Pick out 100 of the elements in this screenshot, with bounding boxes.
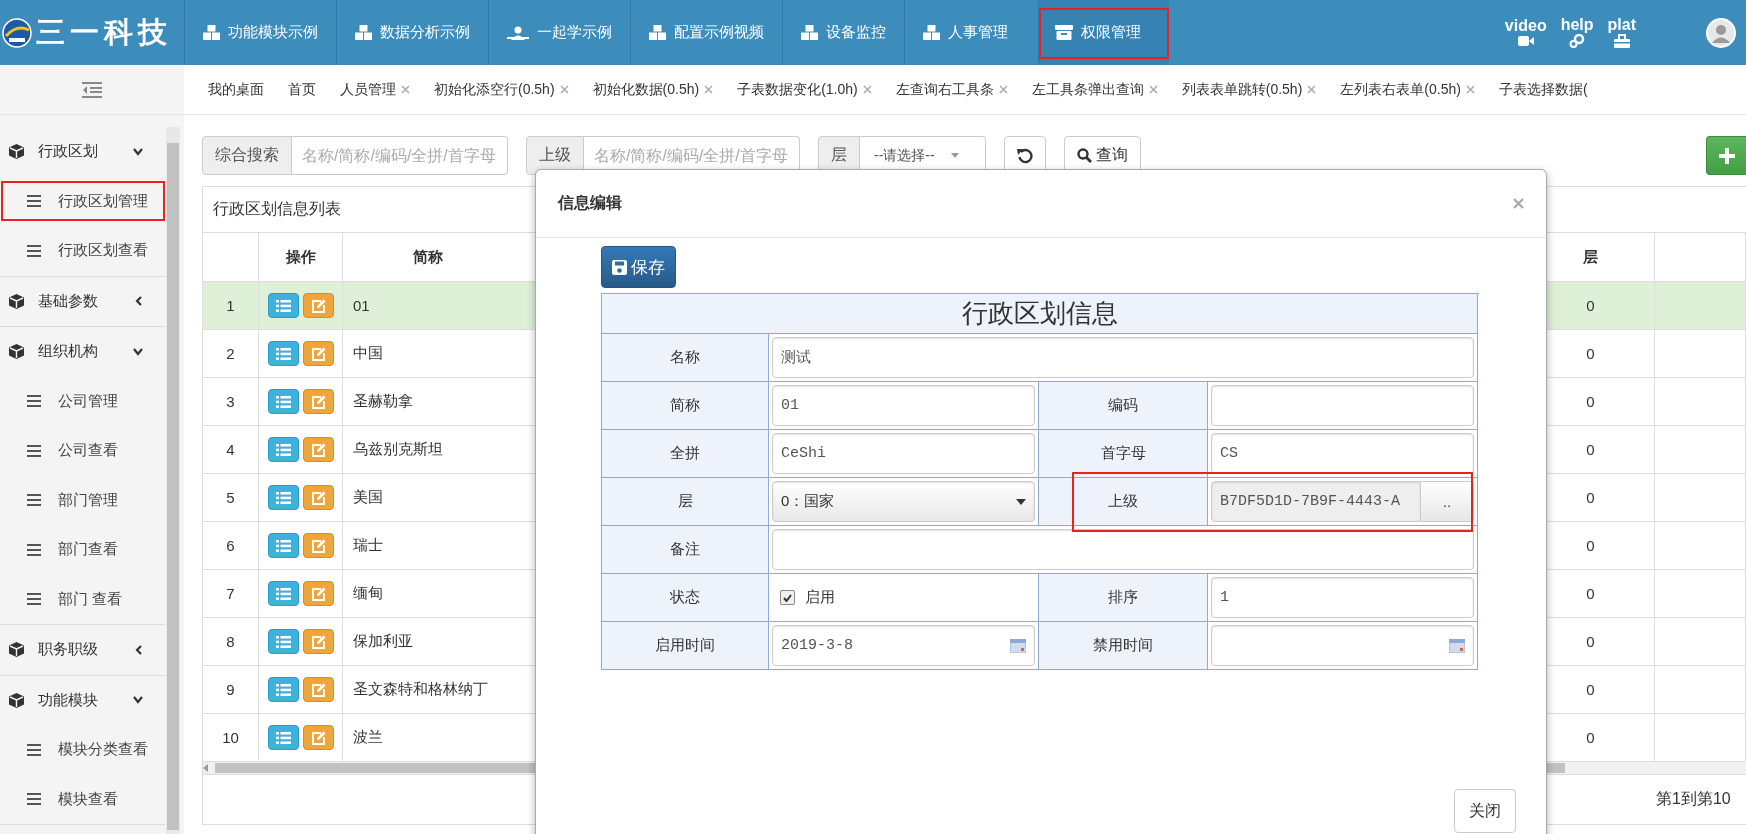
sidebar-group[interactable]: 行政区划 (0, 127, 165, 177)
tab[interactable]: 初始化添空行(0.5h) (420, 80, 579, 99)
search-field[interactable]: 名称/简称/编码/全拼/首字母 (292, 136, 508, 175)
details-button[interactable] (267, 629, 299, 654)
details-button[interactable] (267, 533, 299, 558)
tab[interactable]: 子表数据变化(1.0h) (723, 80, 882, 99)
details-button[interactable] (267, 485, 299, 510)
tab[interactable]: 人员管理 (326, 80, 420, 99)
list-icon (275, 299, 291, 312)
details-button[interactable] (267, 293, 299, 318)
caret-icon (950, 153, 959, 158)
tab[interactable]: 左查询右工具条 (881, 80, 1018, 99)
details-button[interactable] (267, 725, 299, 750)
list-icon (275, 395, 291, 408)
edit-button[interactable] (302, 437, 334, 462)
refresh-icon (1017, 147, 1033, 164)
outdent-icon[interactable] (82, 81, 102, 98)
row-number: 3 (203, 378, 259, 426)
toolbox-icon (1613, 34, 1630, 48)
tab[interactable]: 初始化数据(0.5h) (578, 80, 724, 99)
input-field[interactable]: CeShi (772, 433, 1035, 474)
details-button[interactable] (267, 581, 299, 606)
edit-button[interactable] (302, 341, 334, 366)
scroll-left-icon (203, 764, 209, 772)
sidebar-item[interactable]: 部门 查看 (0, 574, 165, 624)
sidebar-group[interactable]: 组织机构 (0, 327, 165, 377)
details-button[interactable] (267, 677, 299, 702)
field-label: 状态 (602, 574, 769, 622)
sidebar-item[interactable]: 公司查看 (0, 426, 165, 476)
input-field[interactable]: 测试 (772, 337, 1474, 378)
edit-button[interactable] (302, 581, 334, 606)
details-button[interactable] (267, 341, 299, 366)
close-icon[interactable] (1148, 85, 1158, 94)
tab[interactable]: 我的桌面 (194, 80, 274, 99)
sidebar-group[interactable]: 基础参数 (0, 276, 165, 326)
add-button[interactable] (1706, 136, 1746, 175)
logo-text: 三一科技 (36, 13, 172, 51)
sidebar-item[interactable]: 行政区划查看 (0, 226, 165, 276)
close-icon[interactable] (401, 85, 410, 94)
checkbox[interactable] (780, 590, 795, 605)
close-icon[interactable] (1307, 85, 1317, 94)
browse-button[interactable]: .. (1421, 481, 1474, 522)
input-field[interactable]: 01 (772, 385, 1035, 426)
sidebar-item[interactable]: 部门查看 (0, 525, 165, 575)
save-button[interactable]: 保存 (601, 246, 676, 288)
avatar-icon[interactable] (1706, 17, 1736, 48)
input-field[interactable] (772, 529, 1474, 570)
input-field[interactable] (1211, 385, 1474, 426)
edit-button[interactable] (302, 389, 334, 414)
tab[interactable]: 子表选择数据( (1484, 80, 1598, 99)
edit-icon (310, 394, 326, 409)
field-label: 综合搜索 (202, 136, 292, 175)
close-button[interactable]: 关闭 (1454, 789, 1516, 833)
input-field[interactable]: B7DF5D1D-7B9F-4443-A (1211, 481, 1421, 522)
details-button[interactable] (267, 437, 299, 462)
sidebar-group[interactable]: 职务职级 (0, 625, 165, 675)
cube-icon (8, 292, 25, 310)
edit-button[interactable] (302, 725, 334, 750)
nav-item[interactable]: 权限管理 (1038, 0, 1169, 65)
sidebar-group[interactable]: 功能模块 (0, 675, 165, 725)
edit-button[interactable] (302, 677, 334, 702)
close-icon[interactable] (998, 85, 1008, 94)
date-field[interactable] (1211, 625, 1474, 666)
close-icon[interactable] (559, 85, 569, 94)
sidebar-item[interactable]: 行政区划管理 (0, 176, 165, 226)
sidebar-item[interactable]: 公司管理 (0, 376, 165, 426)
row-number: 6 (203, 522, 259, 570)
checkbox-label: 启用 (805, 588, 835, 607)
edit-button[interactable] (302, 293, 334, 318)
list-icon (27, 593, 41, 606)
edit-button[interactable] (302, 485, 334, 510)
shortcut-link[interactable]: help (1560, 17, 1594, 48)
edit-button[interactable] (302, 629, 334, 654)
sidebar-item[interactable]: 模块分类查看 (0, 725, 165, 775)
tab[interactable]: 首页 (274, 80, 326, 99)
shortcut-link[interactable]: plat (1607, 17, 1636, 48)
date-field[interactable]: 2019-3-8 (772, 625, 1035, 666)
scrollbar[interactable] (166, 127, 180, 834)
close-icon[interactable] (862, 85, 872, 94)
tab[interactable]: 左工具条弹出查询 (1017, 80, 1168, 99)
row-number: 1 (203, 282, 259, 330)
close-icon[interactable] (1513, 198, 1524, 209)
edit-button[interactable] (302, 533, 334, 558)
close-icon[interactable] (704, 85, 714, 94)
details-button[interactable] (267, 389, 299, 414)
tab[interactable]: 左列表右表单(0.5h) (1326, 80, 1485, 99)
cube-icon (8, 143, 25, 161)
list-icon (27, 543, 41, 556)
shortcut-link[interactable]: video (1504, 18, 1547, 47)
select-field[interactable]: 0：国家 (772, 481, 1035, 522)
edit-icon (310, 586, 326, 601)
tab[interactable]: 列表表单跳转(0.5h) (1167, 80, 1327, 99)
sidebar-item[interactable]: 部门管理 (0, 475, 165, 525)
cube-icon (8, 691, 25, 709)
calendar-icon (1010, 638, 1026, 653)
field-label: 备注 (602, 526, 769, 574)
close-icon[interactable] (1465, 85, 1475, 94)
sidebar-item[interactable]: 模块查看 (0, 774, 165, 824)
input-field[interactable]: CS (1211, 433, 1474, 474)
input-field[interactable]: 1 (1211, 577, 1474, 618)
